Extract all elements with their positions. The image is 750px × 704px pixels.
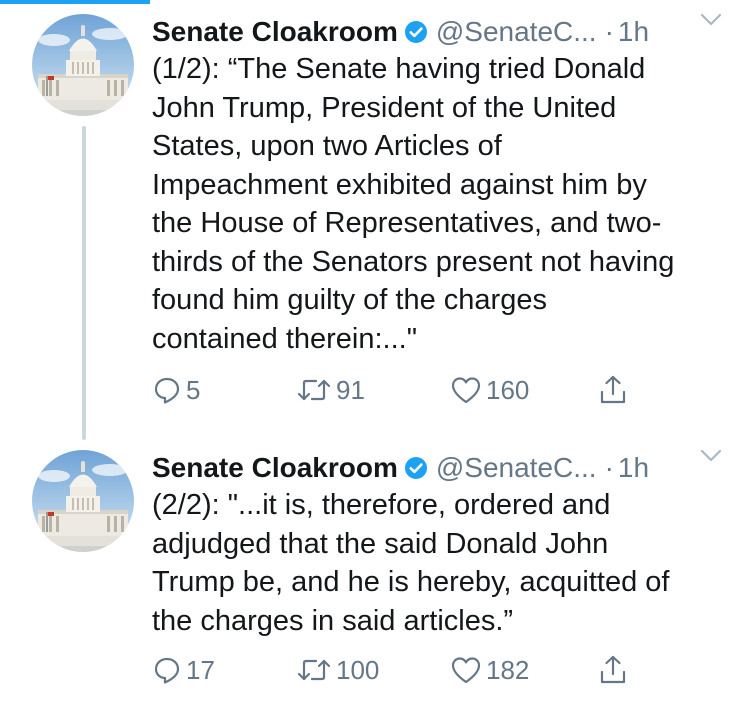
timestamp[interactable]: 1h	[618, 16, 649, 47]
separator-dot: ·	[604, 16, 614, 47]
tweet-text-line: (2/2): "...it is, therefore, ordered and	[152, 489, 611, 521]
verified-badge-icon	[404, 21, 427, 43]
capitol-building-icon	[32, 450, 134, 552]
tweet-text-line: Impeachment exhibited against him by	[152, 168, 647, 201]
verified-badge-icon	[404, 457, 427, 479]
reply-button[interactable]: 5	[152, 370, 200, 410]
share-button[interactable]	[598, 650, 628, 690]
share-icon	[600, 655, 626, 684]
like-button[interactable]: 160	[450, 370, 529, 410]
tweet-text-line: (1/2): “The Senate having tried Donald	[152, 53, 646, 85]
retweet-button[interactable]: 91	[296, 370, 365, 410]
tweet-text: (1/2): “The Senate having tried Donald J…	[152, 50, 742, 358]
share-button[interactable]	[598, 370, 628, 410]
reply-button[interactable]: 17	[152, 650, 215, 690]
tweet-text-line: thirds of the Senators present not havin…	[152, 245, 675, 278]
tweet[interactable]: Senate Cloakroom @SenateC... · 1h (2/2): ".…	[0, 436, 750, 704]
tweet-text-line: contained therein:..."	[152, 322, 418, 355]
tweet-actions: 5 91 160	[152, 370, 652, 410]
tweet-actions: 17 100 182	[152, 650, 652, 690]
tweet-header: Senate Cloakroom @SenateC... · 1h	[152, 12, 732, 52]
tweet-text-line: States, upon two Articles of	[152, 130, 502, 162]
tweet[interactable]: Senate Cloakroom @SenateC... · 1h (1/2): “T…	[0, 0, 750, 430]
separator-dot: ·	[604, 452, 614, 483]
timestamp[interactable]: 1h	[618, 452, 649, 483]
tweet-text: (2/2): "...it is, therefore, ordered and…	[152, 486, 742, 640]
chevron-down-icon[interactable]	[700, 448, 722, 464]
display-name[interactable]: Senate Cloakroom	[152, 452, 398, 483]
reply-icon	[154, 377, 180, 404]
tweet-text-line: adjudged that the said Donald John	[152, 527, 609, 560]
tweet-text-line: Trump be, and he is hereby, acquitted of	[152, 566, 670, 598]
reply-count: 17	[186, 654, 215, 685]
tweet-text-line: the charges in said articles.”	[152, 604, 514, 637]
share-icon	[600, 375, 626, 404]
retweet-count: 100	[336, 654, 380, 685]
heart-icon	[451, 377, 481, 404]
retweet-button[interactable]: 100	[296, 650, 379, 690]
reply-icon	[154, 657, 180, 684]
like-count: 182	[486, 654, 530, 685]
chevron-down-icon[interactable]	[700, 12, 722, 28]
like-count: 160	[486, 374, 530, 405]
retweet-count: 91	[336, 374, 365, 405]
avatar[interactable]	[32, 450, 134, 552]
user-handle[interactable]: @SenateC...	[436, 16, 597, 47]
retweet-icon	[297, 379, 331, 401]
reply-count: 5	[186, 374, 201, 405]
display-name[interactable]: Senate Cloakroom	[152, 16, 398, 47]
like-button[interactable]: 182	[450, 650, 529, 690]
tweet-text-line: the House of Representatives, and two-	[152, 207, 662, 239]
retweet-icon	[297, 659, 331, 681]
avatar[interactable]	[32, 14, 134, 116]
tweet-text-line: John Trump, President of the United	[152, 91, 617, 124]
capitol-building-icon	[32, 14, 134, 116]
tweet-text-line: found him guilty of the charges	[152, 284, 547, 316]
heart-icon	[451, 657, 481, 684]
user-handle[interactable]: @SenateC...	[436, 452, 597, 483]
tweet-header: Senate Cloakroom @SenateC... · 1h	[152, 448, 732, 488]
